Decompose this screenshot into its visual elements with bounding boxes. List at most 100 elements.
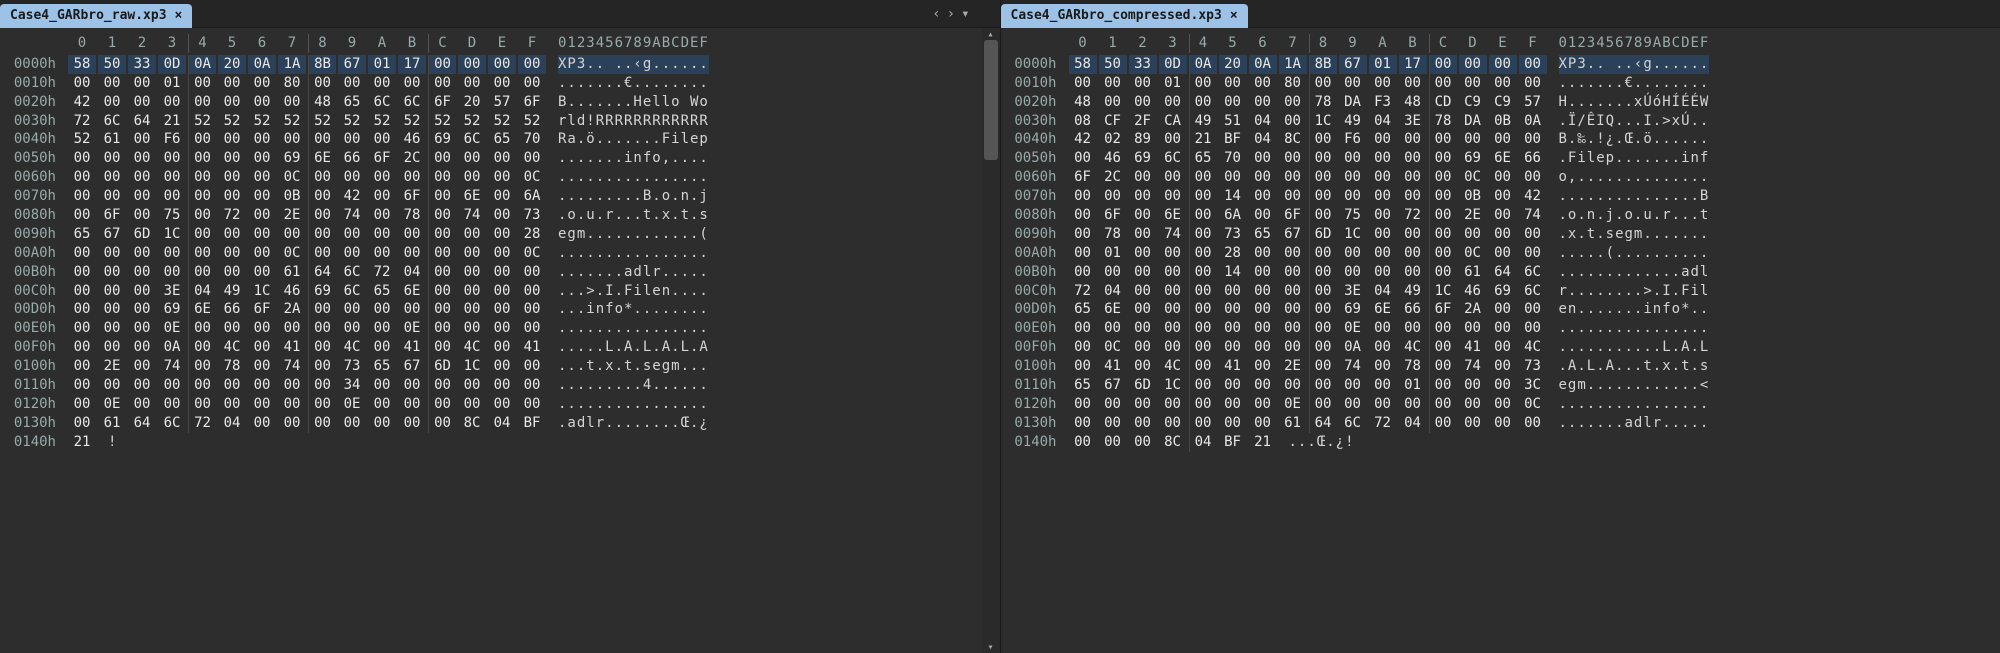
byte-cell[interactable]: 2F [1129, 112, 1157, 131]
byte-cell[interactable]: 00 [1309, 130, 1337, 149]
byte-cell[interactable]: 64 [1489, 263, 1517, 282]
byte-cell[interactable]: 00 [1309, 395, 1337, 414]
byte-cell[interactable]: 00 [1069, 149, 1097, 168]
byte-cell[interactable]: 00 [1189, 319, 1217, 338]
byte-cell[interactable]: 41 [278, 338, 306, 357]
byte-cell[interactable]: 00 [128, 244, 156, 263]
byte-cell[interactable]: 28 [1219, 244, 1247, 263]
byte-cell[interactable]: 1C [458, 357, 486, 376]
byte-cell[interactable]: 00 [1489, 74, 1517, 93]
byte-cell[interactable]: 00 [1429, 187, 1457, 206]
tab-next-icon[interactable]: › [947, 6, 955, 22]
byte-cell[interactable]: 17 [398, 55, 426, 74]
byte-cell[interactable]: 00 [188, 395, 216, 414]
byte-cell[interactable]: 49 [1189, 112, 1217, 131]
byte-cell[interactable]: C9 [1459, 93, 1487, 112]
byte-cell[interactable]: 00 [98, 338, 126, 357]
byte-cell[interactable]: 00 [1219, 282, 1247, 301]
byte-cell[interactable]: 00 [1249, 376, 1277, 395]
byte-cell[interactable]: 00 [308, 168, 336, 187]
byte-cell[interactable]: 00 [1519, 414, 1547, 433]
byte-cell[interactable]: 8C [458, 414, 486, 433]
byte-cell[interactable]: 00 [458, 376, 486, 395]
byte-cell[interactable]: 00 [308, 206, 336, 225]
byte-cell[interactable]: 50 [98, 55, 126, 74]
byte-cell[interactable]: 00 [1219, 376, 1247, 395]
byte-cell[interactable]: 00 [1429, 319, 1457, 338]
byte-cell[interactable]: 6E [1489, 149, 1517, 168]
byte-cell[interactable]: 0A [1339, 338, 1367, 357]
byte-cell[interactable]: 00 [308, 338, 336, 357]
byte-cell[interactable]: 0B [278, 187, 306, 206]
byte-cell[interactable]: 00 [1249, 338, 1277, 357]
byte-cell[interactable]: 00 [128, 395, 156, 414]
hex-row[interactable]: 00D0h656E00000000000000696E666F2A0000en.… [1009, 300, 1993, 319]
byte-cell[interactable]: 00 [188, 93, 216, 112]
byte-cell[interactable]: 00 [1519, 244, 1547, 263]
byte-cell[interactable]: 00 [518, 376, 546, 395]
byte-cell[interactable]: 00 [1429, 149, 1457, 168]
byte-cell[interactable]: 21 [68, 433, 96, 452]
byte-cell[interactable]: 52 [188, 112, 216, 131]
byte-cell[interactable]: 00 [398, 244, 426, 263]
byte-cell[interactable]: 00 [1489, 55, 1517, 74]
byte-cell[interactable]: 00 [128, 168, 156, 187]
byte-cell[interactable]: 00 [1159, 263, 1187, 282]
byte-cell[interactable]: 00 [338, 244, 366, 263]
byte-cell[interactable]: 00 [518, 357, 546, 376]
byte-cell[interactable]: 65 [368, 357, 396, 376]
byte-cell[interactable]: 78 [398, 206, 426, 225]
byte-cell[interactable]: 65 [368, 282, 396, 301]
byte-cell[interactable]: 67 [1099, 376, 1127, 395]
byte-cell[interactable]: 21 [158, 112, 186, 131]
ascii-cell[interactable]: .adlr........Œ.¿ [558, 414, 709, 433]
byte-cell[interactable]: 00 [98, 263, 126, 282]
byte-cell[interactable]: 6E [1159, 206, 1187, 225]
scroll-thumb[interactable] [984, 40, 998, 160]
ascii-cell[interactable]: XP3.. ..‹g...... [1559, 55, 1710, 74]
byte-cell[interactable]: 00 [1129, 414, 1157, 433]
byte-cell[interactable]: 52 [428, 112, 456, 131]
byte-cell[interactable]: 00 [428, 55, 456, 74]
byte-cell[interactable]: 00 [1189, 338, 1217, 357]
byte-cell[interactable]: 4C [338, 338, 366, 357]
byte-cell[interactable]: 00 [1099, 433, 1127, 452]
byte-cell[interactable]: 00 [1429, 357, 1457, 376]
byte-cell[interactable]: 00 [158, 395, 186, 414]
byte-cell[interactable]: 50 [1099, 55, 1127, 74]
byte-cell[interactable]: 33 [1129, 55, 1157, 74]
byte-cell[interactable]: 00 [1159, 282, 1187, 301]
tab-left[interactable]: Case4_GARbro_raw.xp3 × [0, 4, 192, 28]
byte-cell[interactable]: 6C [98, 112, 126, 131]
byte-cell[interactable]: 00 [188, 225, 216, 244]
byte-cell[interactable]: 00 [278, 319, 306, 338]
hex-row[interactable]: 0030h08CF2FCA495104001C49043E78DA0B0A.Ï/… [1009, 112, 1993, 131]
byte-cell[interactable]: 69 [1129, 149, 1157, 168]
ascii-cell[interactable]: egm............( [558, 225, 709, 244]
byte-cell[interactable]: 00 [68, 376, 96, 395]
byte-cell[interactable]: 00 [1129, 244, 1157, 263]
byte-cell[interactable]: 00 [128, 93, 156, 112]
byte-cell[interactable]: 58 [1069, 55, 1097, 74]
byte-cell[interactable]: 0C [1459, 168, 1487, 187]
byte-cell[interactable]: CF [1099, 112, 1127, 131]
byte-cell[interactable]: 00 [68, 357, 96, 376]
byte-cell[interactable]: 2E [1459, 206, 1487, 225]
byte-cell[interactable]: 52 [398, 112, 426, 131]
byte-cell[interactable]: 00 [428, 282, 456, 301]
close-icon[interactable]: × [1230, 8, 1238, 23]
byte-cell[interactable]: 00 [518, 55, 546, 74]
hex-row[interactable]: 0110h00000000000000000034000000000000...… [8, 376, 992, 395]
byte-cell[interactable]: 00 [488, 357, 516, 376]
byte-cell[interactable]: 00 [1369, 187, 1397, 206]
byte-cell[interactable]: 00 [1159, 300, 1187, 319]
byte-cell[interactable]: 00 [368, 376, 396, 395]
byte-cell[interactable]: 00 [1309, 300, 1337, 319]
byte-cell[interactable]: 6F [1279, 206, 1307, 225]
byte-cell[interactable]: 6C [338, 282, 366, 301]
byte-cell[interactable]: 00 [488, 206, 516, 225]
byte-cell[interactable]: 00 [1279, 282, 1307, 301]
byte-cell[interactable]: 00 [1129, 300, 1157, 319]
byte-cell[interactable]: CA [1159, 112, 1187, 131]
ascii-cell[interactable]: ................ [558, 319, 709, 338]
